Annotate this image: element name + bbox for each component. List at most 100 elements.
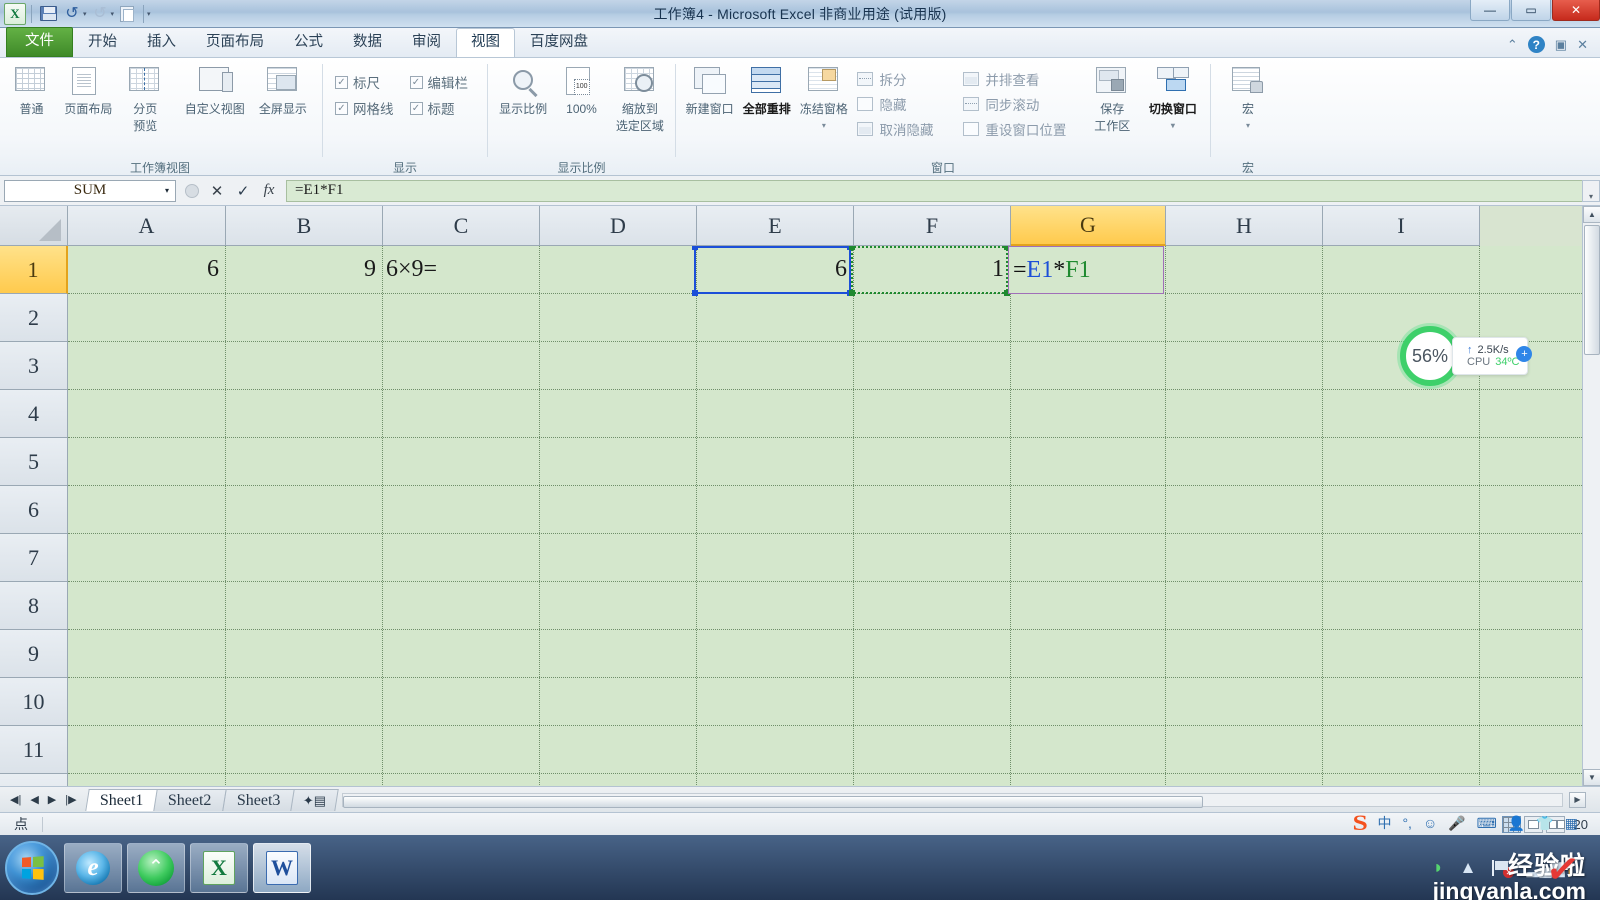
- ime-punctuation-icon[interactable]: °,: [1402, 815, 1412, 831]
- cell-h6[interactable]: [1166, 486, 1323, 533]
- column-header-f[interactable]: F: [854, 206, 1011, 246]
- row-header-9[interactable]: 9: [0, 630, 68, 678]
- wifi-icon[interactable]: ◗: [1433, 857, 1444, 878]
- ribbon-button-zoom-100[interactable]: 100%: [554, 64, 609, 119]
- scroll-right-icon[interactable]: ▶: [1569, 791, 1586, 808]
- volume-icon[interactable]: ▂▄▆!: [1526, 858, 1570, 880]
- cell-g4[interactable]: [1011, 390, 1166, 437]
- cell-f1[interactable]: 1: [854, 246, 1011, 293]
- cell-d3[interactable]: [540, 342, 697, 389]
- cell-h10[interactable]: [1166, 678, 1323, 725]
- minimize-ribbon-icon[interactable]: ⌃: [1507, 37, 1518, 53]
- cell-h8[interactable]: [1166, 582, 1323, 629]
- ime-emoji-icon[interactable]: ☺: [1423, 815, 1437, 831]
- column-header-i[interactable]: I: [1323, 206, 1480, 246]
- ribbon-button-zoom[interactable]: 显示比例: [494, 64, 552, 119]
- sheet-tab-sheet2[interactable]: Sheet2: [153, 788, 227, 811]
- ribbon-button-page-layout[interactable]: 页面布局: [61, 64, 116, 119]
- save-icon[interactable]: [37, 3, 59, 25]
- copy-icon[interactable]: [116, 3, 138, 25]
- ime-toolbox-icon[interactable]: ▦: [1565, 815, 1578, 832]
- cell-editor-g1[interactable]: = E1 * F1: [1008, 246, 1164, 294]
- checkbox-gridlines[interactable]: ✓ 网格线: [335, 96, 394, 120]
- ribbon-button-custom-views[interactable]: 自定义视图: [182, 64, 248, 119]
- column-header-a[interactable]: A: [68, 206, 226, 246]
- name-box[interactable]: SUM ▾: [4, 179, 176, 202]
- checkbox-formula-bar-box[interactable]: ✓: [409, 75, 423, 89]
- ribbon-button-unhide[interactable]: 取消隐藏: [853, 116, 950, 141]
- cell-b7[interactable]: [226, 534, 383, 581]
- cell-d6[interactable]: [540, 486, 697, 533]
- cell-b12[interactable]: [226, 774, 383, 786]
- help-icon[interactable]: ?: [1527, 36, 1545, 53]
- ribbon-button-arrange-all[interactable]: 全部重排: [739, 64, 794, 119]
- switch-windows-caret[interactable]: ▾: [1171, 119, 1175, 133]
- tab-formulas[interactable]: 公式: [279, 28, 338, 57]
- cell-e2[interactable]: [697, 294, 854, 341]
- cell-h4[interactable]: [1166, 390, 1323, 437]
- cell-d4[interactable]: [540, 390, 697, 437]
- cell-h5[interactable]: [1166, 438, 1323, 485]
- cell-g7[interactable]: [1011, 534, 1166, 581]
- sheet-tab-sheet3[interactable]: Sheet3: [221, 788, 295, 811]
- cell-f4[interactable]: [854, 390, 1011, 437]
- cell-a10[interactable]: [68, 678, 226, 725]
- cell-c4[interactable]: [383, 390, 540, 437]
- cell-a9[interactable]: [68, 630, 226, 677]
- cell-f10[interactable]: [854, 678, 1011, 725]
- cell-f6[interactable]: [854, 486, 1011, 533]
- ribbon-button-zoom-to-selection[interactable]: 缩放到 选定区域: [611, 64, 669, 136]
- cell-i9[interactable]: [1323, 630, 1480, 677]
- cell-d5[interactable]: [540, 438, 697, 485]
- cell-h11[interactable]: [1166, 726, 1323, 773]
- taskbar-word[interactable]: W: [253, 842, 311, 893]
- insert-worksheet-icon[interactable]: ✦▤: [290, 788, 340, 811]
- row-header-1[interactable]: 1: [0, 246, 68, 294]
- ribbon-button-new-window[interactable]: 新建窗口: [682, 64, 737, 119]
- cell-d7[interactable]: [540, 534, 697, 581]
- cell-b2[interactable]: [226, 294, 383, 341]
- prev-sheet-icon[interactable]: ◀: [30, 793, 38, 806]
- row-header-2[interactable]: 2: [0, 294, 68, 342]
- cell-f5[interactable]: [854, 438, 1011, 485]
- redo-icon[interactable]: ↻: [89, 3, 111, 25]
- ribbon-button-save-workspace[interactable]: 保存 工作区: [1085, 64, 1140, 136]
- cell-d8[interactable]: [540, 582, 697, 629]
- ribbon-button-macros[interactable]: 宏 ▾: [1219, 64, 1277, 136]
- cell-e9[interactable]: [697, 630, 854, 677]
- cell-c5[interactable]: [383, 438, 540, 485]
- column-header-b[interactable]: B: [226, 206, 383, 246]
- ribbon-button-switch-windows[interactable]: 切换窗口 ▾: [1142, 64, 1204, 136]
- macros-caret[interactable]: ▾: [1246, 119, 1250, 133]
- cell-c11[interactable]: [383, 726, 540, 773]
- column-header-e[interactable]: E: [697, 206, 854, 246]
- show-hidden-icons[interactable]: ▲: [1460, 858, 1477, 878]
- cell-c2[interactable]: [383, 294, 540, 341]
- cell-b5[interactable]: [226, 438, 383, 485]
- insert-function-icon[interactable]: fx: [261, 182, 277, 199]
- cell-c6[interactable]: [383, 486, 540, 533]
- excel-app-icon[interactable]: X: [4, 2, 26, 25]
- checkbox-formula-bar[interactable]: ✓ 编辑栏: [409, 70, 468, 94]
- ime-toolbar[interactable]: S 中 °, ☺ 🎤 ⌨ 👤 👕 ▦: [1346, 810, 1586, 836]
- ribbon-button-normal[interactable]: 普通: [4, 64, 59, 119]
- expand-formula-bar-icon[interactable]: ▾: [1582, 179, 1600, 202]
- cell-g2[interactable]: [1011, 294, 1166, 341]
- row-header-11[interactable]: 11: [0, 726, 68, 774]
- cell-f11[interactable]: [854, 726, 1011, 773]
- checkbox-ruler-box[interactable]: ✓: [335, 75, 348, 89]
- start-button[interactable]: [5, 840, 59, 895]
- ribbon-button-freeze-panes[interactable]: 冻结窗格 ▾: [796, 64, 851, 136]
- ime-mode-icon[interactable]: 中: [1377, 813, 1391, 833]
- vertical-scroll-thumb[interactable]: [1584, 225, 1600, 355]
- cell-e10[interactable]: [697, 678, 854, 725]
- cell-a5[interactable]: [68, 438, 226, 485]
- undo-icon[interactable]: ↺: [61, 3, 83, 25]
- cell-d11[interactable]: [540, 726, 697, 773]
- vertical-scrollbar[interactable]: ▲ ▼: [1582, 206, 1600, 786]
- tab-view[interactable]: 视图: [456, 28, 515, 57]
- select-all-corner[interactable]: [0, 206, 68, 246]
- cell-i4[interactable]: [1323, 390, 1480, 437]
- cell-b4[interactable]: [226, 390, 383, 437]
- cell-h9[interactable]: [1166, 630, 1323, 677]
